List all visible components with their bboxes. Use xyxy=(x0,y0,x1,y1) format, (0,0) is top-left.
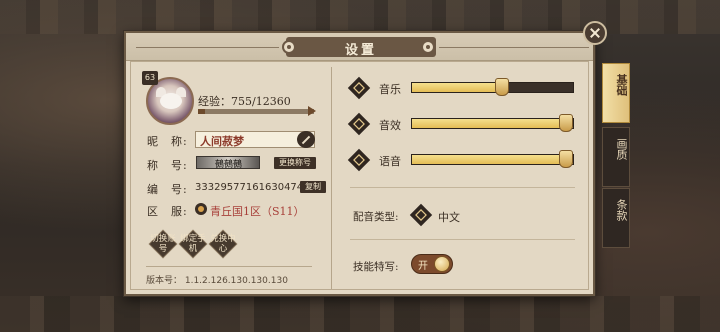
tab-basic-label: 基础 xyxy=(615,74,628,96)
dialog-title-bar: 设置 xyxy=(126,33,593,61)
title-ornament-line xyxy=(136,47,279,48)
title-badge-text: 鵺鵺鵺 xyxy=(215,160,243,170)
tab-terms[interactable]: 条款 xyxy=(602,188,630,248)
divider xyxy=(350,187,575,188)
voice-label: 语音 xyxy=(379,155,401,168)
bind-phone-label: 绑定手机 xyxy=(180,234,206,254)
edit-nickname-icon[interactable] xyxy=(297,131,315,148)
exp-text: 经验：755/12360 xyxy=(198,93,291,109)
server-icon xyxy=(195,203,207,215)
bind-phone-button[interactable]: 绑定手机 xyxy=(178,229,208,259)
server-label: 区 服: xyxy=(147,205,188,218)
slider-fill xyxy=(412,119,573,128)
title-badge-image: 鵺鵺鵺 xyxy=(196,156,260,170)
slider-handle[interactable] xyxy=(495,78,509,96)
divider xyxy=(350,239,575,240)
voice-type-label: 配音类型: xyxy=(353,211,399,223)
dialog-title: 设置 xyxy=(344,43,377,58)
skill-closeup-toggle[interactable]: 开 xyxy=(411,254,453,274)
exp-arrow-icon xyxy=(308,106,316,116)
nickname-label: 昵 称: xyxy=(147,135,188,148)
redeem-center-label: 兑换中心 xyxy=(210,234,236,254)
slider-handle[interactable] xyxy=(559,114,573,132)
title-plate: 设置 xyxy=(286,37,436,58)
exp-progress-fill xyxy=(198,109,205,114)
divider xyxy=(146,266,312,267)
avatar-face xyxy=(160,93,182,109)
copy-button[interactable]: 复制 xyxy=(300,181,326,193)
tab-graphics[interactable]: 画质 xyxy=(602,127,630,187)
nickname-value: 人间菽梦 xyxy=(200,135,244,148)
exp-progress-bar xyxy=(198,109,314,114)
switch-account-label: 切换账号 xyxy=(150,234,176,254)
tab-basic[interactable]: 基础 xyxy=(602,63,630,123)
sound-effect-icon xyxy=(347,112,371,136)
id-label: 编 号: xyxy=(147,183,188,196)
column-divider xyxy=(331,67,332,289)
title-label: 称 号: xyxy=(147,159,188,172)
ornament-icon xyxy=(282,40,296,54)
toggle-state: 开 xyxy=(418,261,428,272)
voice-type-icon[interactable] xyxy=(409,203,433,227)
redeem-center-button[interactable]: 兑换中心 xyxy=(208,229,238,259)
ornament-icon xyxy=(421,40,435,54)
voice-slider[interactable] xyxy=(411,150,574,168)
background-top xyxy=(0,0,720,34)
sound-effect-label: 音效 xyxy=(379,119,401,132)
background-bottom xyxy=(0,296,720,332)
switch-account-button[interactable]: 切换账号 xyxy=(148,229,178,259)
version-text: 版本号： 1.1.2.126.130.130.130 xyxy=(146,276,288,286)
change-title-button[interactable]: 更换称号 xyxy=(274,157,316,169)
music-slider[interactable] xyxy=(411,78,574,96)
server-value: 青丘国1区（S11） xyxy=(210,205,305,218)
tab-graphics-label: 画质 xyxy=(615,138,628,160)
slider-fill xyxy=(412,155,573,164)
level-badge: 63 xyxy=(142,71,158,85)
sound-effect-slider[interactable] xyxy=(411,114,574,132)
game-screen: 设置 63 经验：755/12360 昵 称: 人间菽梦 称 号: 鵺鵺鵺 更换… xyxy=(0,0,720,332)
toggle-knob xyxy=(434,256,450,272)
music-icon xyxy=(347,76,371,100)
voice-icon xyxy=(347,148,371,172)
id-value: 3332957716163047424 xyxy=(195,182,316,193)
title-ornament-line xyxy=(439,47,589,48)
settings-dialog: 设置 63 经验：755/12360 昵 称: 人间菽梦 称 号: 鵺鵺鵺 更换… xyxy=(124,31,595,296)
voice-type-value[interactable]: 中文 xyxy=(438,209,460,225)
slider-handle[interactable] xyxy=(559,150,573,168)
close-icon[interactable] xyxy=(583,21,607,45)
skill-closeup-label: 技能特写: xyxy=(353,261,399,273)
slider-fill xyxy=(412,83,502,92)
music-label: 音乐 xyxy=(379,83,401,96)
tab-terms-label: 条款 xyxy=(615,199,628,221)
exp-label: 经验： xyxy=(198,95,231,108)
exp-value: 755/12360 xyxy=(231,95,291,108)
